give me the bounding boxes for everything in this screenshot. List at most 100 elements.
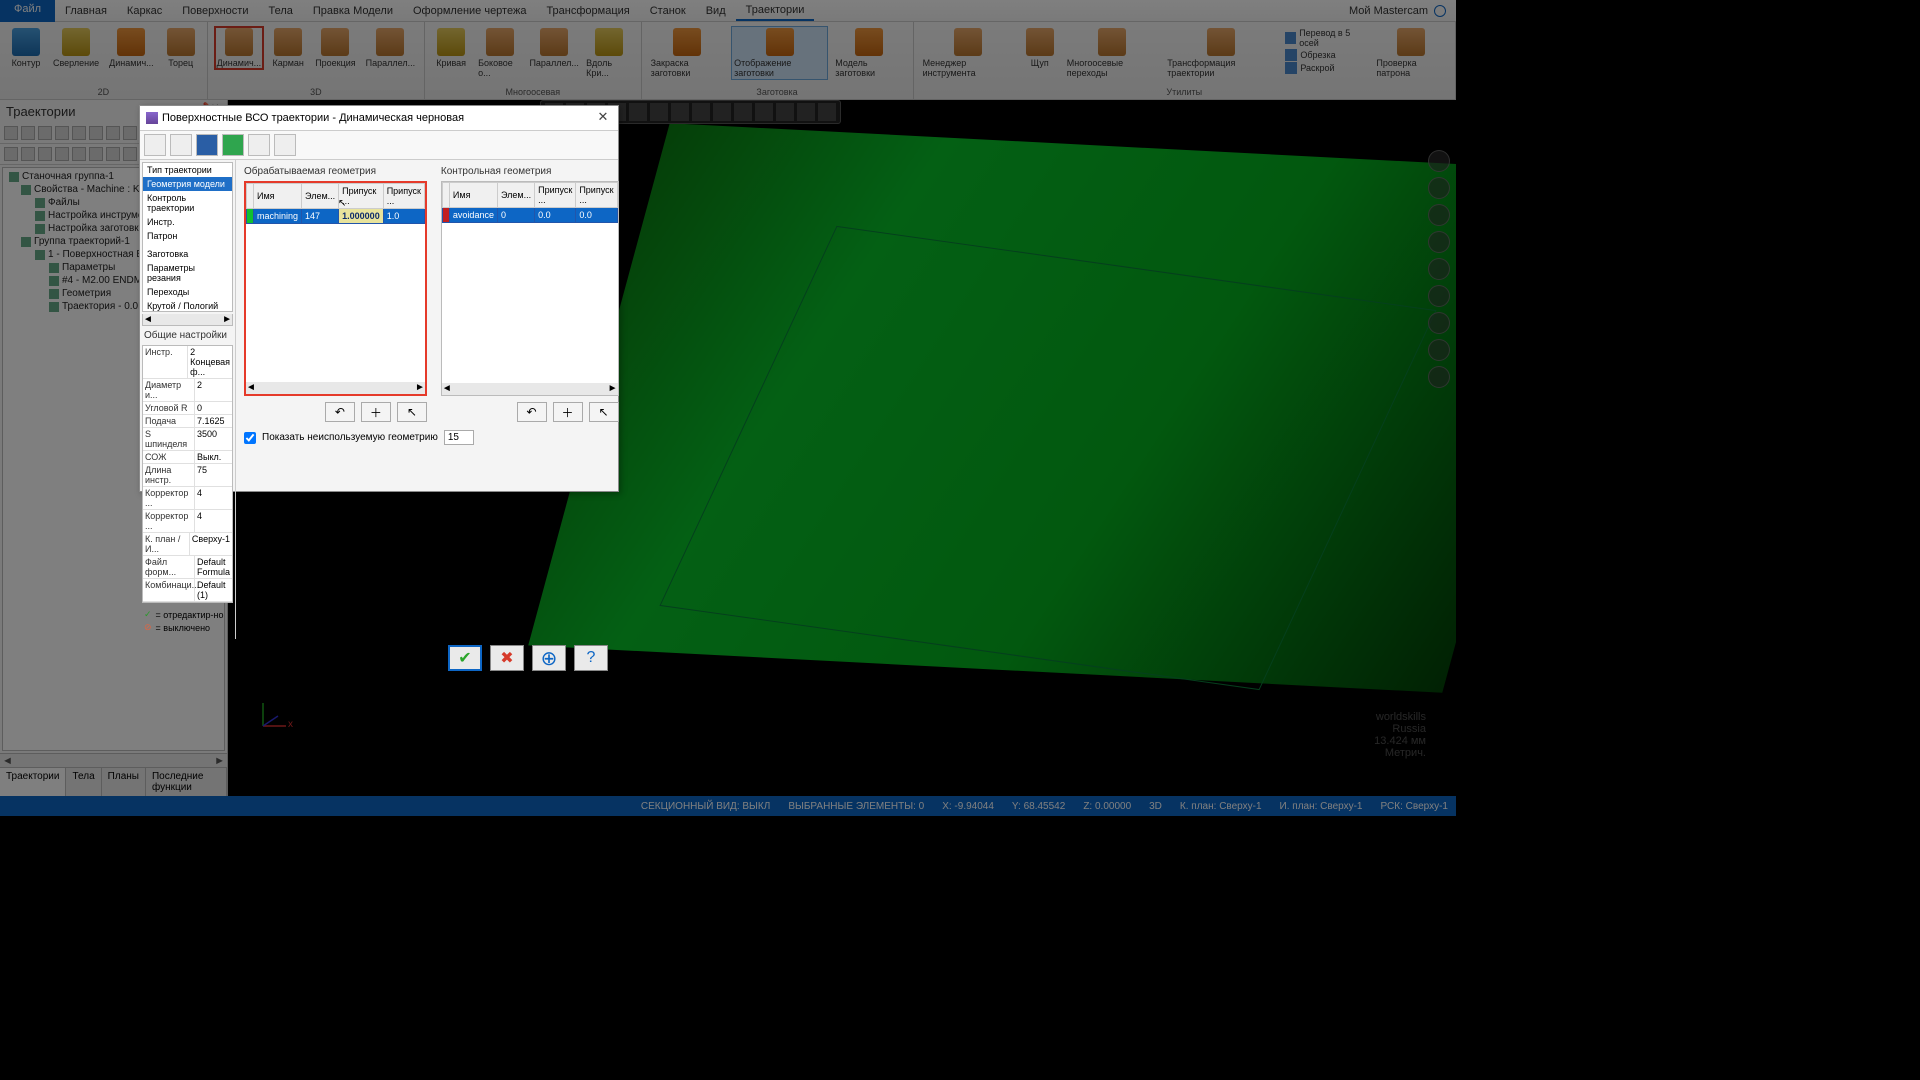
menu-transform[interactable]: Трансформация (536, 2, 639, 20)
row-allowance2[interactable]: 0.0 (576, 208, 617, 223)
nav-item[interactable]: Патрон (143, 229, 232, 243)
view-btn[interactable] (1428, 177, 1450, 199)
nav-item[interactable]: Параметры резания (143, 261, 232, 285)
nav-item[interactable]: Контроль траектории (143, 191, 232, 215)
tb-btn[interactable] (106, 126, 120, 140)
select-button[interactable]: ↖ (397, 402, 427, 422)
menu-drafting[interactable]: Оформление чертежа (403, 2, 536, 20)
vt-btn[interactable] (797, 103, 815, 121)
vt-btn[interactable] (629, 103, 647, 121)
vt-btn[interactable] (734, 103, 752, 121)
status-section-view[interactable]: СЕКЦИОННЫЙ ВИД: ВЫКЛ (641, 801, 770, 812)
add-button[interactable]: ＋ (361, 402, 391, 422)
view-btn[interactable] (1428, 312, 1450, 334)
row-name[interactable]: avoidance (449, 208, 497, 223)
tb-btn[interactable] (4, 147, 18, 161)
avoidance-geom-table[interactable]: Имя Элем... Припуск ... Припуск ... avoi… (441, 181, 619, 396)
row-allowance[interactable]: 0.0 (535, 208, 576, 223)
ribbon-drill[interactable]: Сверление (50, 26, 102, 70)
menu-home[interactable]: Главная (55, 2, 117, 20)
vt-btn[interactable] (818, 103, 836, 121)
tb-btn[interactable] (4, 126, 18, 140)
nav-item[interactable]: Переходы (143, 285, 232, 299)
ribbon-stock-display[interactable]: Отображение заготовки (731, 26, 828, 80)
tb-btn[interactable] (89, 147, 103, 161)
ribbon-tool-manager[interactable]: Менеджер инструмента (920, 26, 1016, 80)
menu-machine[interactable]: Станок (640, 2, 696, 20)
vt-btn[interactable] (692, 103, 710, 121)
ok-button[interactable]: ✔ (448, 645, 482, 671)
view-btn[interactable] (1428, 204, 1450, 226)
dtb-save-btn[interactable] (196, 134, 218, 156)
tab-solids[interactable]: Тела (66, 768, 101, 796)
ribbon-5axis[interactable]: Перевод в 5 осей (1285, 28, 1365, 48)
vt-btn[interactable] (671, 103, 689, 121)
row-elem[interactable]: 147 (302, 209, 339, 224)
ribbon-probe[interactable]: Щуп (1020, 26, 1060, 70)
undo-button[interactable]: ↶ (325, 402, 355, 422)
dialog-nav-tree[interactable]: Тип траекторииГеометрия моделиКонтроль т… (142, 162, 233, 312)
table-row[interactable]: avoidance 0 0.0 0.0 (442, 208, 617, 223)
status-kplan[interactable]: К. план: Сверху-1 (1180, 801, 1262, 812)
menu-view[interactable]: Вид (696, 2, 736, 20)
dtb-btn[interactable] (248, 134, 270, 156)
undo-button[interactable]: ↶ (517, 402, 547, 422)
ribbon-pocket[interactable]: Карман (268, 26, 308, 70)
status-3d[interactable]: 3D (1149, 801, 1162, 812)
ribbon-stock-model[interactable]: Модель заготовки (832, 26, 906, 80)
tb-btn[interactable] (38, 147, 52, 161)
tb-btn[interactable] (38, 126, 52, 140)
vt-btn[interactable] (776, 103, 794, 121)
view-btn[interactable] (1428, 285, 1450, 307)
tb-btn[interactable] (72, 126, 86, 140)
help-button[interactable]: ? (574, 645, 608, 671)
ribbon-multitrans[interactable]: Многоосевые переходы (1064, 26, 1160, 80)
view-btn[interactable] (1428, 366, 1450, 388)
row-color[interactable] (247, 209, 254, 224)
dtb-btn[interactable] (274, 134, 296, 156)
ribbon-parallel-multi[interactable]: Параллел... (529, 26, 579, 70)
ribbon-stock-shade[interactable]: Закраска заготовки (648, 26, 728, 80)
dialog-titlebar[interactable]: Поверхностные ВСО траектории - Динамичес… (140, 106, 618, 131)
row-name[interactable]: machining (254, 209, 302, 224)
menu-my-mastercam[interactable]: Мой Mastercam (1339, 2, 1456, 20)
dialog-close-button[interactable]: ✕ (594, 109, 612, 127)
row-allowance2[interactable]: 1.0 (383, 209, 424, 224)
ribbon-nest[interactable]: Раскрой (1285, 62, 1365, 74)
ribbon-dynamic-3d[interactable]: Динамич... (214, 26, 265, 70)
vt-btn[interactable] (713, 103, 731, 121)
view-btn[interactable] (1428, 150, 1450, 172)
select-button[interactable]: ↖ (589, 402, 619, 422)
ribbon-transform-tp[interactable]: Трансформация траектории (1164, 26, 1277, 80)
nav-item[interactable]: Инстр. (143, 215, 232, 229)
ribbon-parallel-3d[interactable]: Параллел... (363, 26, 418, 70)
help-icon[interactable] (1434, 5, 1446, 17)
tb-btn[interactable] (21, 126, 35, 140)
show-unused-checkbox[interactable] (244, 432, 256, 444)
tb-btn[interactable] (72, 147, 86, 161)
view-btn[interactable] (1428, 231, 1450, 253)
row-color[interactable] (442, 208, 449, 223)
vt-btn[interactable] (755, 103, 773, 121)
tab-toolpaths[interactable]: Траектории (0, 768, 66, 796)
status-rsk[interactable]: РСК: Сверху-1 (1381, 801, 1449, 812)
tab-planes[interactable]: Планы (102, 768, 146, 796)
machining-geom-table[interactable]: Имя Элем... Припуск ... Припуск ... mach… (244, 181, 427, 396)
apply-button[interactable]: ⊕ (532, 645, 566, 671)
ribbon-chuck-check[interactable]: Проверка патрона (1373, 26, 1449, 80)
dtb-load-btn[interactable] (222, 134, 244, 156)
tb-btn[interactable] (106, 147, 120, 161)
menu-surfaces[interactable]: Поверхности (172, 2, 258, 20)
tb-btn[interactable] (123, 126, 137, 140)
ribbon-trim[interactable]: Обрезка (1285, 49, 1365, 61)
ribbon-swarf[interactable]: Боковое о... (475, 26, 525, 80)
menu-wireframe[interactable]: Каркас (117, 2, 172, 20)
nav-item[interactable]: Заготовка (143, 247, 232, 261)
dtb-btn[interactable] (144, 134, 166, 156)
ribbon-curve[interactable]: Кривая (431, 26, 471, 70)
nav-item[interactable]: Тип траектории (143, 163, 232, 177)
status-iplan[interactable]: И. план: Сверху-1 (1280, 801, 1363, 812)
nav-item[interactable]: Крутой / Пологий (143, 299, 232, 312)
table-row[interactable]: machining 147 1.000000 1.0 (247, 209, 425, 224)
ribbon-along-curve[interactable]: Вдоль Кри... (583, 26, 634, 80)
